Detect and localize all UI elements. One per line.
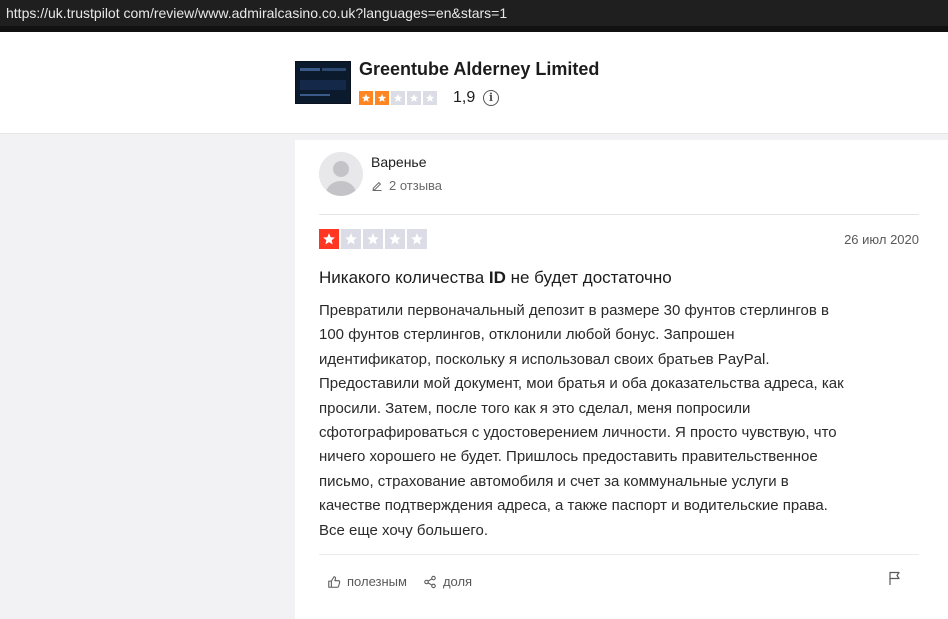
review-body-line: Превратили первоначальный депозит в разм… [319,302,830,319]
star-icon [407,229,427,249]
review-title-part: Никакого количества [319,268,489,287]
review-body-line: просили. Затем, после того как я это сде… [319,399,751,417]
address-bar[interactable]: https://uk.trustpilot com/review/www.adm… [0,0,948,26]
company-header: Greentube Alderney Limited 1,9 i [0,32,948,134]
share-icon [423,575,437,589]
divider [319,214,919,215]
useful-label: полезным [347,574,407,589]
review-body-line: сфотографироваться с удостоверением личн… [319,424,837,442]
review-body-line: 100 фунтов стерлингов, отклонили любой б… [319,326,735,344]
user-silhouette-icon [319,152,363,196]
review-title-part: не будет достаточно [505,268,672,287]
url-text: https://uk.trustpilot com/review/www.adm… [6,5,508,21]
review-body-line: Все еще хочу большего. [319,521,489,539]
info-icon[interactable]: i [483,90,499,106]
review-body-line: идентификатор, поскольку я использовал с… [319,350,770,368]
review-title[interactable]: Никакого количества ID не будет достаточ… [319,268,672,288]
company-logo[interactable] [295,61,351,104]
company-rating-stars [359,91,437,105]
review-body-line: качестве подтверждения адреса, а также п… [319,497,828,515]
reviewer-reviews-count[interactable]: 2 отзыва [371,178,442,193]
share-label: доля [442,574,473,589]
pencil-icon [371,180,383,192]
thumbs-up-icon [327,575,341,589]
star-icon [375,91,389,105]
useful-button[interactable]: полезным [327,574,407,589]
star-icon [341,229,361,249]
star-icon [359,91,373,105]
share-button[interactable]: доля [423,574,472,589]
review-actions: полезным доля [327,574,472,589]
reviews-count-label: 2 отзыва [389,178,443,193]
divider [319,554,919,555]
star-icon [423,91,437,105]
flag-button[interactable] [888,570,902,586]
review-title-bold: ID [488,268,506,287]
star-icon [363,229,383,249]
star-icon [319,229,339,249]
review-body-line: письмо, страхование автомобиля и счет за… [319,472,789,490]
star-icon [391,91,405,105]
review-body-line: Предоставили мой документ, мои братья и … [319,375,844,393]
company-name[interactable]: Greentube Alderney Limited [359,59,599,80]
review-date: 26 июл 2020 [844,232,919,247]
trust-score: 1,9 [453,89,476,106]
flag-icon [889,571,900,585]
reviewer-name[interactable]: Варенье [371,154,427,170]
review-card: Варенье 2 отзыва 26 июл 2020 Никакого ко… [295,140,948,619]
review-body: Превратили первоначальный депозит в разм… [319,299,909,543]
avatar[interactable] [319,152,363,196]
star-icon [385,229,405,249]
review-rating-stars [319,229,427,249]
review-body-line: ничего хорошего не будет. Пришлось предо… [319,448,818,466]
star-icon [407,91,421,105]
